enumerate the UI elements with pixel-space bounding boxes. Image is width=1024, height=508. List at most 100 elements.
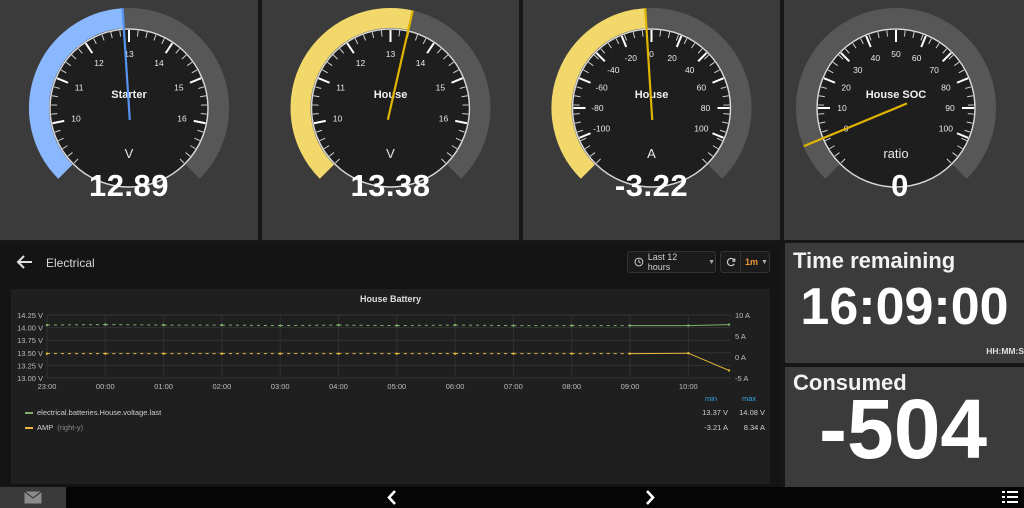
house-battery-graph[interactable]: House Battery 14.25 V 14.00 V 13.75 V 13.50… bbox=[11, 289, 770, 484]
gauge-tick-label: 70 bbox=[929, 65, 939, 75]
gauge-tick-label: -60 bbox=[595, 82, 608, 92]
gauge-tick-label: 12 bbox=[94, 58, 104, 68]
mail-icon bbox=[24, 491, 42, 504]
series-line-segment bbox=[688, 352, 730, 371]
house-current-gauge[interactable]: -100-80-60-40-20020406080100HouseA -3.22 bbox=[523, 0, 780, 240]
gauge-dial: 10111213141516StarterV bbox=[29, 8, 229, 188]
series-color-swatch bbox=[25, 412, 33, 414]
series-line-segment bbox=[455, 324, 514, 327]
x-tick-label: 01:00 bbox=[154, 382, 173, 391]
gauge-minor-tick bbox=[886, 30, 889, 37]
series-min: -3.21 A bbox=[704, 423, 728, 432]
consumed-panel[interactable]: Consumed -504 bbox=[785, 367, 1024, 487]
gauge-minor-tick bbox=[659, 30, 662, 37]
y-right-tick-label: 0 A bbox=[735, 353, 746, 362]
gauge-tick-label: 20 bbox=[841, 82, 851, 92]
legend-min-header: min bbox=[705, 394, 718, 403]
house-voltage-gauge[interactable]: 10 11 12 13 14 15 16 House V 13.38 bbox=[262, 0, 519, 240]
series-max: 8.34 A bbox=[743, 423, 765, 432]
x-tick-label: 05:00 bbox=[387, 382, 406, 391]
gauge-tick-label: 11 bbox=[336, 82, 345, 92]
gauge-tick-label: 14 bbox=[154, 58, 164, 68]
series-line-segment bbox=[46, 324, 106, 326]
chevron-down-icon: ▼ bbox=[708, 258, 715, 266]
x-tick-label: 07:00 bbox=[504, 382, 523, 391]
x-tick-label: 04:00 bbox=[329, 382, 348, 391]
clock-icon bbox=[634, 257, 644, 267]
menu-icon[interactable] bbox=[1002, 490, 1018, 505]
gauge-tick-label: -20 bbox=[625, 53, 638, 63]
arrow-left-icon[interactable] bbox=[16, 253, 34, 271]
legend-max-header: max bbox=[742, 394, 757, 403]
gauge-tick-label: 10 bbox=[71, 114, 81, 124]
gauge-tick-label: 11 bbox=[75, 82, 84, 92]
series-line-segment bbox=[338, 324, 397, 327]
x-tick-label: 08:00 bbox=[562, 382, 581, 391]
refresh-picker[interactable]: 1m ▼ bbox=[720, 251, 770, 273]
time-remaining-value: 16:09:00 bbox=[800, 278, 1009, 336]
chevron-left-icon[interactable] bbox=[384, 489, 400, 506]
y-right-tick-label: 5 A bbox=[735, 332, 746, 341]
y-left-tick-label: 14.00 V bbox=[17, 324, 43, 333]
gauge-tick-label: 80 bbox=[701, 103, 711, 113]
bottom-navigation-bar bbox=[0, 487, 1024, 508]
gauge-tick-label: 30 bbox=[853, 65, 863, 75]
gauge-value: -3.22 bbox=[614, 168, 689, 203]
gauge-tick-label: 10 bbox=[333, 114, 343, 124]
x-tick-label: 23:00 bbox=[38, 382, 57, 391]
mail-button[interactable] bbox=[0, 487, 66, 508]
time-range-label: Last 12 hours bbox=[647, 252, 678, 272]
gauge-tick-label: 20 bbox=[667, 53, 677, 63]
house-soc-gauge[interactable]: 0102030405060708090100House SOCratio 0 bbox=[784, 0, 1024, 240]
gauge-tick-label: 15 bbox=[436, 82, 446, 92]
y-left-tick-label: 13.75 V bbox=[17, 336, 43, 345]
gauge-value: 13.38 bbox=[350, 168, 431, 203]
y-left-tick-label: 13.50 V bbox=[17, 349, 43, 358]
gauge-tick-label: 80 bbox=[941, 82, 951, 92]
time-remaining-panel[interactable]: Time remaining 16:09:00 HH:MM:S bbox=[785, 243, 1024, 363]
refresh-icon bbox=[726, 257, 735, 267]
gauge-tick-label: 100 bbox=[939, 124, 953, 134]
time-remaining-title: Time remaining bbox=[793, 248, 956, 273]
gauge-value: 12.89 bbox=[88, 168, 170, 203]
electrical-title: Electrical bbox=[46, 256, 95, 270]
time-range-picker[interactable]: Last 12 hours ▼ bbox=[627, 251, 716, 273]
graph-plot: 14.25 V14.00 V13.75 V13.50 V13.25 V13.00… bbox=[17, 311, 750, 391]
gauge-tick-label: 16 bbox=[439, 114, 449, 124]
gauge-dial: -100-80-60-40-20020406080100HouseA bbox=[551, 8, 752, 188]
legend-series-voltage[interactable]: electrical.batteries.House.voltage.last … bbox=[25, 406, 765, 420]
x-tick-label: 02:00 bbox=[213, 382, 232, 391]
y-left-tick-label: 14.25 V bbox=[17, 311, 43, 320]
gauge-tick-label: 50 bbox=[891, 49, 901, 59]
series-name: AMP bbox=[37, 423, 54, 432]
gauge-unit: V bbox=[386, 146, 395, 161]
series-line-segment bbox=[280, 324, 339, 327]
gauge-unit: V bbox=[125, 146, 134, 161]
series-min: 13.37 V bbox=[702, 408, 728, 417]
refresh-button[interactable] bbox=[721, 252, 741, 272]
legend-series-amp[interactable]: AMP (right-y) -3.21 A 8.34 A bbox=[25, 421, 765, 435]
x-tick-label: 06:00 bbox=[446, 382, 465, 391]
gauge-tick-label: 60 bbox=[697, 82, 707, 92]
gauge-title: House bbox=[374, 89, 408, 101]
refresh-interval: 1m bbox=[745, 257, 759, 267]
starter-voltage-gauge[interactable]: 10111213141516StarterV 12.89 bbox=[0, 0, 258, 240]
gauge-dial: 10 11 12 13 14 15 16 House V bbox=[290, 8, 491, 188]
gauge-tick-label: 15 bbox=[174, 82, 184, 92]
consumed-value: -504 bbox=[819, 382, 988, 476]
series-line-segment bbox=[105, 324, 164, 326]
y-right-tick-label: -5 A bbox=[735, 374, 748, 383]
x-tick-label: 09:00 bbox=[621, 382, 640, 391]
gauge-minor-tick bbox=[136, 30, 139, 37]
gauge-value: 0 bbox=[891, 168, 909, 203]
gauge-tick-label: 60 bbox=[912, 53, 922, 63]
gauge-tick-label: -100 bbox=[593, 124, 610, 134]
gauge-minor-tick bbox=[641, 30, 644, 37]
series-axis-suffix: (right-y) bbox=[57, 423, 84, 432]
series-line-segment bbox=[396, 324, 456, 327]
x-tick-label: 10:00 bbox=[679, 382, 698, 391]
chevron-right-icon[interactable] bbox=[642, 489, 658, 506]
gauge-unit: A bbox=[647, 146, 656, 161]
gauge-dial: 0102030405060708090100House SOCratio bbox=[796, 8, 996, 188]
gauge-tick-label: 12 bbox=[356, 58, 366, 68]
